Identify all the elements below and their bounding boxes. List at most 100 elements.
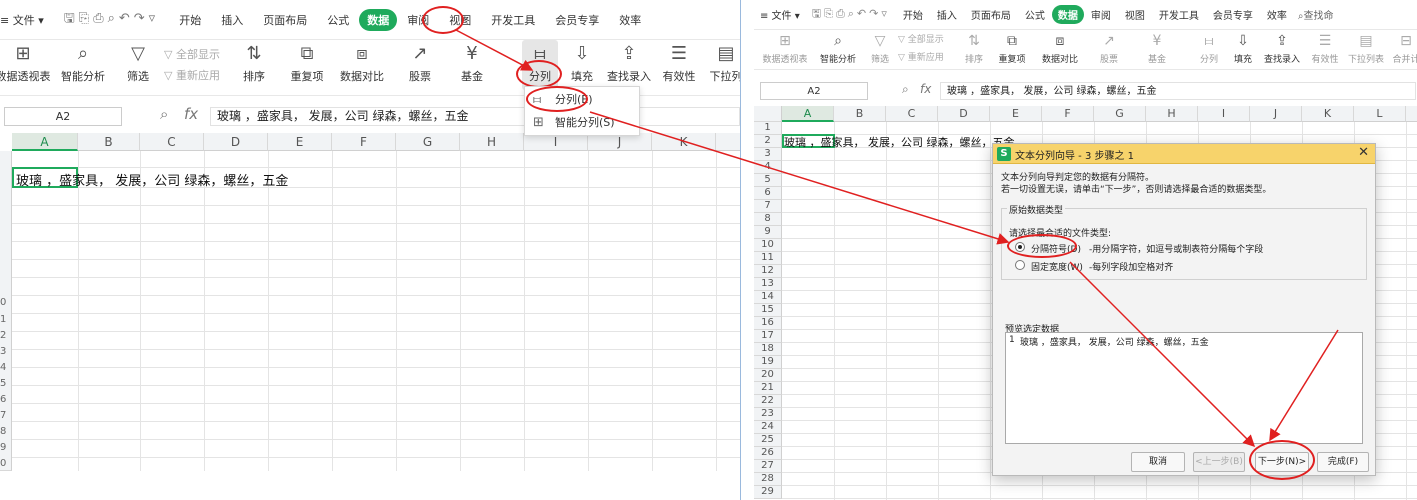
column-header[interactable]: L — [1354, 106, 1406, 122]
tab-home[interactable]: 开始 — [169, 12, 211, 28]
row-header[interactable]: 9 — [754, 226, 782, 239]
row-header[interactable]: 11 — [754, 252, 782, 265]
validity-button[interactable]: ☰ 有效性 — [658, 40, 700, 90]
search-command[interactable]: ⌕查找命 — [1294, 7, 1338, 22]
filter-button[interactable]: ▽ 筛选 — [120, 40, 156, 90]
smart-analysis-button[interactable]: ⌕ 智能分析 — [818, 30, 858, 80]
row-header[interactable]: 19 — [754, 356, 782, 369]
row-header[interactable]: 1 — [754, 122, 782, 135]
column-header[interactable]: B — [78, 133, 140, 151]
quick-access-icons[interactable]: 🖫⎘⎙⌕↶↷▿ — [54, 9, 169, 31]
column-header[interactable]: I — [1198, 106, 1250, 122]
row-header[interactable]: 13 — [754, 278, 782, 291]
sort-button[interactable]: ⇅ 排序 — [236, 40, 272, 90]
stock-button[interactable]: ↗ 股票 — [400, 40, 440, 90]
column-header[interactable]: G — [396, 133, 460, 151]
duplicates-button[interactable]: ⧉ 重复项 — [284, 40, 330, 90]
corner-cell[interactable] — [754, 106, 782, 122]
reapply-button[interactable]: ▽ 重新应用 — [164, 67, 220, 83]
smart-split-menu-item[interactable]: ⊞ 智能分列(S) — [525, 112, 639, 134]
tab-formulas[interactable]: 公式 — [317, 12, 359, 28]
fx-icon[interactable]: fx — [920, 82, 931, 96]
show-all-button[interactable]: ▽ 全部显示 — [164, 46, 220, 62]
row-header[interactable]: 18 — [754, 343, 782, 356]
row-header[interactable]: 7 — [754, 200, 782, 213]
close-icon[interactable]: ✕ — [1358, 145, 1369, 160]
tab-review[interactable]: 审阅 — [1084, 7, 1118, 22]
filter-button[interactable]: ▽ 筛选 — [866, 30, 894, 80]
dropdown-list-button[interactable]: ▤ 下拉列表 — [1346, 30, 1386, 80]
fill-button[interactable]: ⇩ 填充 — [564, 40, 600, 90]
name-box[interactable]: A2 — [4, 107, 122, 126]
column-header[interactable]: K — [652, 133, 716, 151]
validity-button[interactable]: ☰ 有效性 — [1308, 30, 1342, 80]
fill-button[interactable]: ⇩ 填充 — [1228, 30, 1258, 80]
finish-button[interactable]: 完成(F) — [1317, 452, 1369, 472]
column-header[interactable]: H — [460, 133, 524, 151]
column-header[interactable]: D — [204, 133, 268, 151]
row-header[interactable]: 21 — [754, 382, 782, 395]
tab-insert[interactable]: 插入 — [930, 7, 964, 22]
row-header[interactable]: 24 — [754, 421, 782, 434]
split-button[interactable]: ⧦ 分列 — [1194, 30, 1224, 80]
row-header[interactable]: 12 — [754, 265, 782, 278]
row-header[interactable]: 2 — [754, 135, 782, 148]
column-header[interactable]: F — [1042, 106, 1094, 122]
column-header[interactable]: A — [12, 133, 78, 151]
reapply-button[interactable]: ▽ 重新应用 — [898, 50, 944, 63]
column-header[interactable]: A — [782, 106, 834, 122]
sort-button[interactable]: ⇅ 排序 — [960, 30, 988, 80]
tab-data[interactable]: 数据 — [1051, 5, 1084, 24]
row-header[interactable]: 16 — [754, 317, 782, 330]
cancel-button[interactable]: 取消 — [1131, 452, 1185, 472]
row-header[interactable]: 5 — [754, 174, 782, 187]
tab-efficiency[interactable]: 效率 — [1260, 7, 1294, 22]
formula-input[interactable]: 玻璃 ，盛家具， 发展，公司 绿森，螺丝，五金 — [210, 107, 740, 126]
name-box[interactable]: A2 — [760, 82, 868, 100]
row-header[interactable]: 25 — [754, 434, 782, 447]
tab-view[interactable]: 视图 — [1118, 7, 1152, 22]
fund-button[interactable]: ¥ 基金 — [1140, 30, 1174, 80]
zoom-icon[interactable]: ⌕ — [160, 105, 168, 123]
row-header[interactable]: 26 — [754, 447, 782, 460]
row-header[interactable]: 29 — [754, 486, 782, 499]
row-header[interactable]: 10 — [754, 239, 782, 252]
tab-home[interactable]: 开始 — [896, 7, 930, 22]
lookup-entry-button[interactable]: ⇪ 查找录入 — [606, 40, 652, 90]
column-header[interactable]: K — [1302, 106, 1354, 122]
stock-button[interactable]: ↗ 股票 — [1092, 30, 1126, 80]
tab-page-layout[interactable]: 页面布局 — [964, 7, 1018, 22]
column-header[interactable]: E — [268, 133, 332, 151]
row-header[interactable]: 6 — [754, 187, 782, 200]
tab-member[interactable]: 会员专享 — [1206, 7, 1260, 22]
column-header[interactable]: C — [140, 133, 204, 151]
file-menu[interactable]: ≡ 文件 ▾ — [754, 7, 806, 22]
column-header[interactable]: J — [1250, 106, 1302, 122]
row-header[interactable]: 15 — [754, 304, 782, 317]
compare-button[interactable]: ⧈ 数据对比 — [336, 40, 388, 90]
fund-button[interactable]: ¥ 基金 — [452, 40, 492, 90]
preview-area[interactable]: 1 玻璃 ，盛家具， 发展，公司 绿森，螺丝，五金 — [1005, 332, 1363, 444]
column-header[interactable]: D — [938, 106, 990, 122]
tab-developer[interactable]: 开发工具 — [1152, 7, 1206, 22]
row-header[interactable]: 8 — [754, 213, 782, 226]
tab-efficiency[interactable]: 效率 — [609, 12, 651, 28]
column-header[interactable]: B — [834, 106, 886, 122]
fixed-width-label[interactable]: 固定宽度(W) — [1031, 260, 1083, 273]
show-all-button[interactable]: ▽ 全部显示 — [898, 32, 944, 45]
previous-button[interactable]: <上一步(B) — [1193, 452, 1245, 472]
zoom-icon[interactable]: ⌕ — [902, 82, 909, 97]
fx-icon[interactable]: fx — [184, 105, 198, 123]
tab-developer[interactable]: 开发工具 — [481, 12, 545, 28]
column-header[interactable]: E — [990, 106, 1042, 122]
row-header[interactable]: 20 — [754, 369, 782, 382]
compare-button[interactable]: ⧈ 数据对比 — [1038, 30, 1082, 80]
row-header[interactable]: 14 — [754, 291, 782, 304]
row-header[interactable]: 3 — [754, 148, 782, 161]
formula-input[interactable]: 玻璃 ，盛家具， 发展，公司 绿森，螺丝，五金 — [940, 82, 1416, 100]
row-header[interactable]: 28 — [754, 473, 782, 486]
file-menu[interactable]: ≡ 文件 ▾ — [0, 12, 54, 28]
tab-insert[interactable]: 插入 — [211, 12, 253, 28]
fixed-width-radio[interactable] — [1015, 260, 1025, 270]
row-header[interactable]: 27 — [754, 460, 782, 473]
